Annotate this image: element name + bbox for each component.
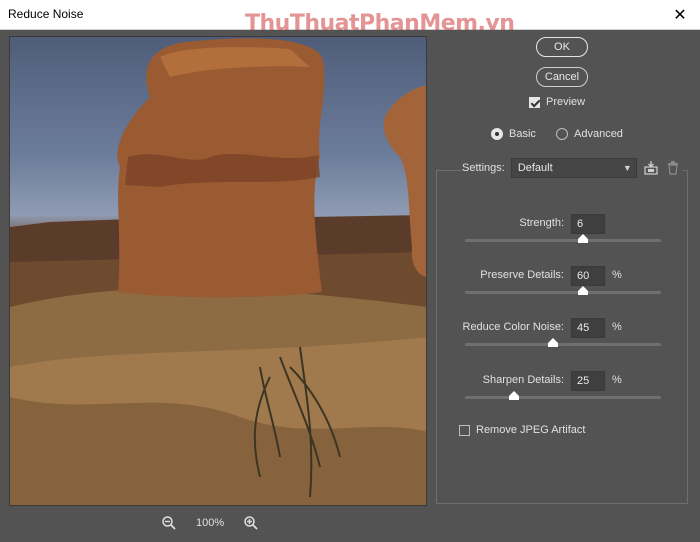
- preview-check-box[interactable]: [529, 96, 540, 108]
- radio-advanced[interactable]: Advanced: [556, 128, 623, 140]
- radio-basic[interactable]: Basic: [491, 128, 536, 140]
- slider-label: Sharpen Details:: [482, 374, 564, 386]
- slider-track[interactable]: [465, 234, 661, 243]
- zoom-controls: 100%: [160, 514, 260, 532]
- save-preset-icon[interactable]: [643, 160, 659, 176]
- slider-label: Reduce Color Noise:: [462, 321, 565, 333]
- jpeg-check-box[interactable]: [459, 424, 470, 436]
- ok-button[interactable]: OK: [536, 37, 588, 57]
- radio-advanced-label: Advanced: [574, 128, 623, 140]
- zoom-in-icon[interactable]: [242, 514, 260, 532]
- strength-input[interactable]: 6: [571, 214, 605, 234]
- slider-track[interactable]: [465, 338, 661, 347]
- reduce-color-noise-input[interactable]: 45: [571, 318, 605, 338]
- cancel-button[interactable]: Cancel: [536, 67, 588, 87]
- window-title: Reduce Noise: [8, 7, 84, 21]
- slider-track[interactable]: [465, 286, 661, 295]
- radio-advanced-dot[interactable]: [556, 128, 568, 140]
- reduce-noise-dialog: 100% OK Cancel Preview Basic Advanced Se…: [0, 30, 700, 542]
- settings-dropdown[interactable]: Default ▼: [510, 158, 637, 178]
- slider-track[interactable]: [465, 391, 661, 400]
- sharpen-details-input[interactable]: 25: [571, 371, 605, 391]
- slider-label: Strength:: [519, 217, 564, 229]
- zoom-level: 100%: [196, 517, 225, 529]
- preview-label: Preview: [546, 96, 586, 108]
- radio-basic-label: Basic: [509, 128, 536, 140]
- close-icon[interactable]: ✕: [663, 2, 697, 28]
- title-bar: Reduce Noise ThuThuatPhanMem.vn ✕: [0, 0, 700, 36]
- remove-jpeg-artifact-checkbox[interactable]: Remove JPEG Artifact: [459, 424, 585, 436]
- slider-unit: %: [612, 321, 622, 333]
- preview-checkbox[interactable]: Preview: [529, 96, 585, 108]
- settings-selected-value: Default: [517, 162, 553, 174]
- preview-photo: [10, 38, 426, 505]
- chevron-down-icon: ▼: [622, 163, 632, 173]
- radio-basic-dot[interactable]: [491, 128, 503, 140]
- settings-label: Settings:: [462, 162, 505, 174]
- zoom-out-icon[interactable]: [160, 514, 178, 532]
- trash-icon[interactable]: [665, 160, 681, 176]
- slider-label: Preserve Details:: [480, 269, 564, 281]
- settings-row: Settings: Default ▼: [462, 158, 683, 178]
- preview-image[interactable]: [9, 36, 427, 506]
- remove-jpeg-artifact-label: Remove JPEG Artifact: [476, 424, 586, 436]
- preserve-details-input[interactable]: 60: [571, 266, 605, 286]
- slider-unit: %: [612, 374, 622, 386]
- slider-unit: %: [612, 269, 622, 281]
